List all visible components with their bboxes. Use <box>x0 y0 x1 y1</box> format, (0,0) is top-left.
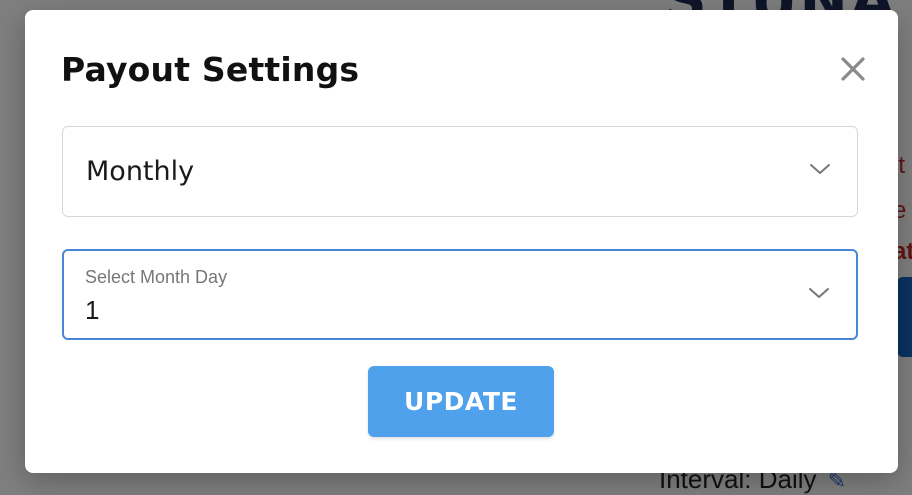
chevron-down-icon <box>809 288 829 298</box>
close-icon <box>841 57 865 81</box>
chevron-down-icon <box>810 164 830 174</box>
payout-interval-value: Monthly <box>86 156 195 187</box>
close-button[interactable] <box>838 54 868 84</box>
payout-settings-modal: Payout Settings Monthly Select Month Day… <box>25 10 898 473</box>
month-day-select[interactable]: Select Month Day 1 <box>62 249 858 340</box>
month-day-value: 1 <box>85 295 100 325</box>
update-button[interactable]: UPDATE <box>368 366 554 437</box>
payout-interval-select[interactable]: Monthly <box>62 126 858 217</box>
month-day-label: Select Month Day <box>85 267 228 287</box>
modal-title: Payout Settings <box>61 50 360 89</box>
